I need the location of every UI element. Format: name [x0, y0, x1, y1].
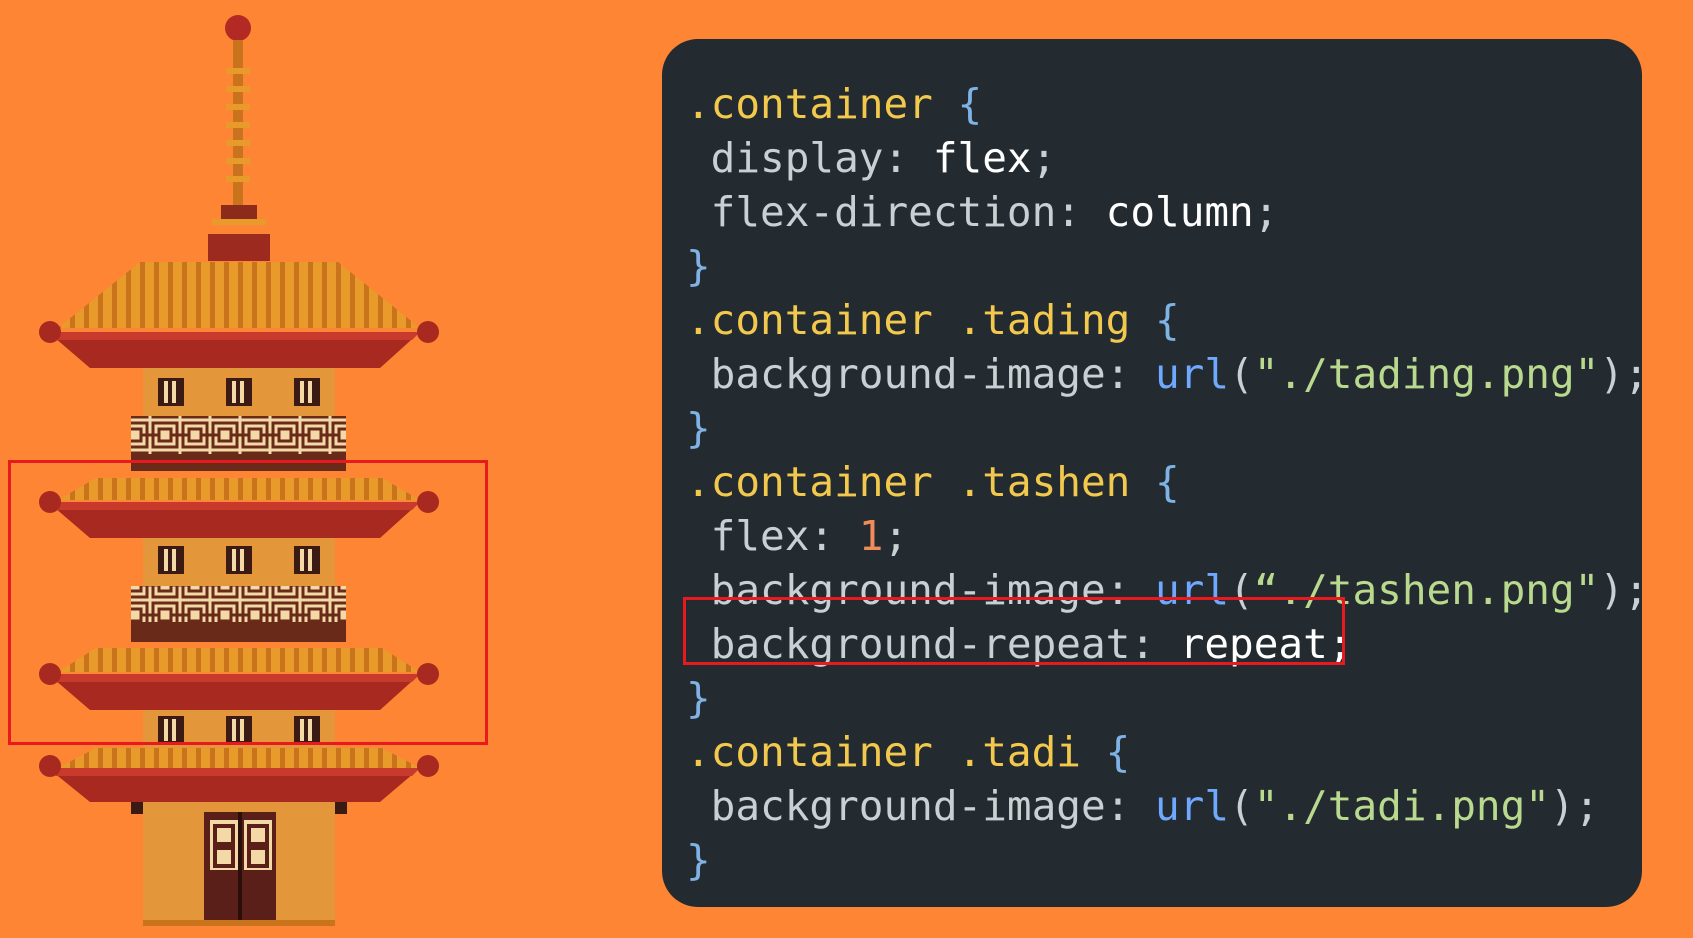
code-brace: { — [1105, 728, 1131, 776]
pagoda-spire — [208, 15, 270, 261]
code-line-7: } — [686, 401, 711, 455]
code-brace: } — [686, 674, 711, 722]
pagoda-base — [131, 802, 347, 926]
code-line-12: } — [686, 671, 711, 725]
code-line-3: flex-direction: column; — [686, 185, 1279, 239]
code-selector: .container — [686, 80, 958, 128]
code-value: flex — [932, 134, 1032, 182]
pagoda-tier-1 — [131, 368, 346, 471]
code-semicolon: ; — [1031, 134, 1057, 182]
code-property: display: — [686, 134, 933, 182]
code-line-5: .container .tading { — [686, 293, 1180, 347]
code-selector: .container .tashen — [686, 458, 1155, 506]
code-line-2: display: flex; — [686, 131, 1057, 185]
code-property: background-image: — [686, 782, 1155, 830]
pagoda-roof-4 — [39, 748, 439, 802]
highlight-box-repeat-line — [683, 597, 1345, 665]
code-semicolon: ; — [1253, 188, 1279, 236]
code-function: url — [1155, 782, 1230, 830]
code-function: url — [1155, 350, 1230, 398]
code-paren: ( — [1229, 350, 1254, 398]
code-brace: } — [686, 242, 711, 290]
code-brace: } — [686, 404, 711, 452]
pagoda-roof-1 — [39, 262, 439, 368]
code-selector: .container .tading — [686, 296, 1155, 344]
code-line-1: .container { — [686, 77, 982, 131]
code-paren: ); — [1549, 782, 1600, 830]
code-line-14: background-image: url("./tadi.png"); — [686, 779, 1600, 833]
highlight-box-repeat-section — [8, 460, 488, 745]
code-value: column — [1105, 188, 1254, 236]
code-semicolon: ; — [883, 512, 909, 560]
code-panel: .container { display: flex; flex-directi… — [662, 39, 1649, 907]
code-selector: .container .tadi — [686, 728, 1106, 776]
code-paren: ( — [1229, 782, 1254, 830]
code-number: 1 — [858, 512, 884, 560]
code-paren: ); — [1599, 566, 1649, 614]
code-string: "./tadi.png" — [1253, 782, 1550, 830]
code-line-9: flex: 1; — [686, 509, 909, 563]
code-paren: ); — [1599, 350, 1649, 398]
code-line-4: } — [686, 239, 711, 293]
code-property: flex: — [686, 512, 859, 560]
code-property: background-image: — [686, 350, 1155, 398]
code-brace: { — [1155, 458, 1180, 506]
code-line-15: } — [686, 833, 711, 887]
code-line-8: .container .tashen { — [686, 455, 1180, 509]
code-string: "./tading.png" — [1253, 350, 1600, 398]
code-line-13: .container .tadi { — [686, 725, 1130, 779]
code-brace: } — [686, 836, 711, 884]
code-brace: { — [1155, 296, 1180, 344]
code-brace: { — [957, 80, 983, 128]
code-property: flex-direction: — [686, 188, 1106, 236]
code-line-6: background-image: url("./tading.png"); — [686, 347, 1649, 401]
